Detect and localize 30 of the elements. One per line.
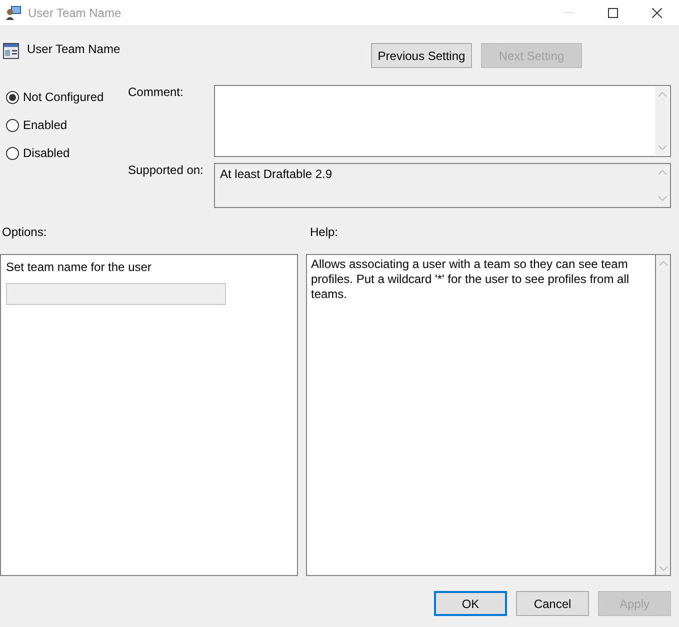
window-title: User Team Name: [28, 6, 122, 20]
help-text: Allows associating a user with a team so they can see team profiles. Put a wildcard '*' for the user to see profiles from all teams.: [311, 257, 630, 301]
radio-button[interactable]: [6, 146, 19, 160]
previous-setting-button[interactable]: Previous Setting: [371, 43, 472, 68]
radio-button[interactable]: [6, 118, 19, 132]
scroll-up-icon[interactable]: [658, 92, 666, 97]
scroll-down-icon[interactable]: [658, 566, 668, 571]
scroll-down-icon[interactable]: [658, 196, 666, 201]
close-icon[interactable]: [652, 8, 662, 18]
scroll-up-icon[interactable]: [658, 261, 668, 266]
option-label: Set team name for the user: [6, 260, 152, 274]
maximize-icon[interactable]: [608, 8, 618, 18]
scroll-up-icon[interactable]: [658, 170, 666, 175]
radio-label[interactable]: Disabled: [23, 146, 70, 160]
scroll-down-icon[interactable]: [658, 145, 666, 150]
radio-label[interactable]: Not Configured: [23, 90, 104, 104]
settings-window-icon: [3, 43, 19, 59]
radio-button[interactable]: [6, 90, 19, 104]
radio-label[interactable]: Enabled: [23, 118, 68, 132]
options-label: Options:: [1, 225, 48, 241]
minimize-icon[interactable]: [564, 12, 574, 13]
cancel-button[interactable]: Cancel: [516, 591, 589, 616]
computer-user-icon: [6, 4, 22, 20]
supported-on-value: At least Draftable 2.9: [220, 167, 332, 181]
help-label: Help:: [310, 225, 338, 241]
comment-field[interactable]: [214, 85, 671, 157]
setting-title: User Team Name: [27, 42, 120, 56]
supported-on-label: Supported on:: [128, 163, 204, 179]
comment-label: Comment:: [128, 85, 184, 101]
ok-button[interactable]: OK: [434, 591, 507, 616]
